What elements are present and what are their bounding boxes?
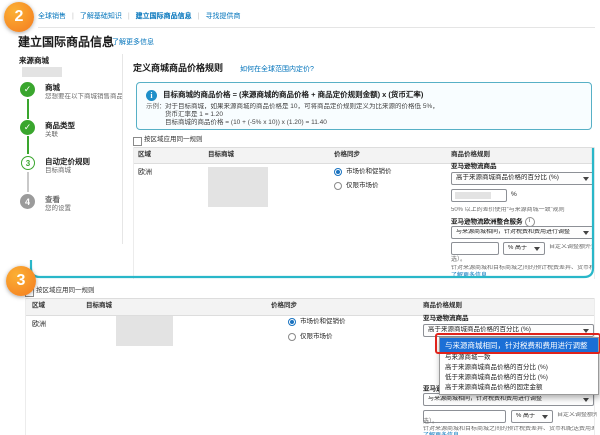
- annotation-step-3-badge: 3: [6, 266, 36, 296]
- dropdown-option-percent-above[interactable]: 高于来源商城商品价格的百分比 (%): [440, 363, 598, 373]
- dropdown-option-percent-below[interactable]: 低于来源商城商品价格的百分比 (%): [440, 373, 598, 383]
- dropdown-option-same-as-source[interactable]: 与来源商城一致: [440, 353, 598, 363]
- annotation-step-2-badge: 2: [4, 2, 34, 32]
- dropdown-option-fixed-above[interactable]: 高于来源商城商品价格的固定金额: [440, 383, 598, 393]
- build-international-listings-page: 2 全球销售 | 了解基础知识 | 建立国际商品信息 | 寻找提供商 建立国际商…: [0, 0, 600, 435]
- price-rule-dropdown-list: 与来源商城相同，针对税费和费用进行调整 与来源商城一致 高于来源商城商品价格的百…: [439, 337, 599, 395]
- dropdown-option-same-adjusted[interactable]: 与来源商城相同，针对税费和费用进行调整: [440, 338, 598, 353]
